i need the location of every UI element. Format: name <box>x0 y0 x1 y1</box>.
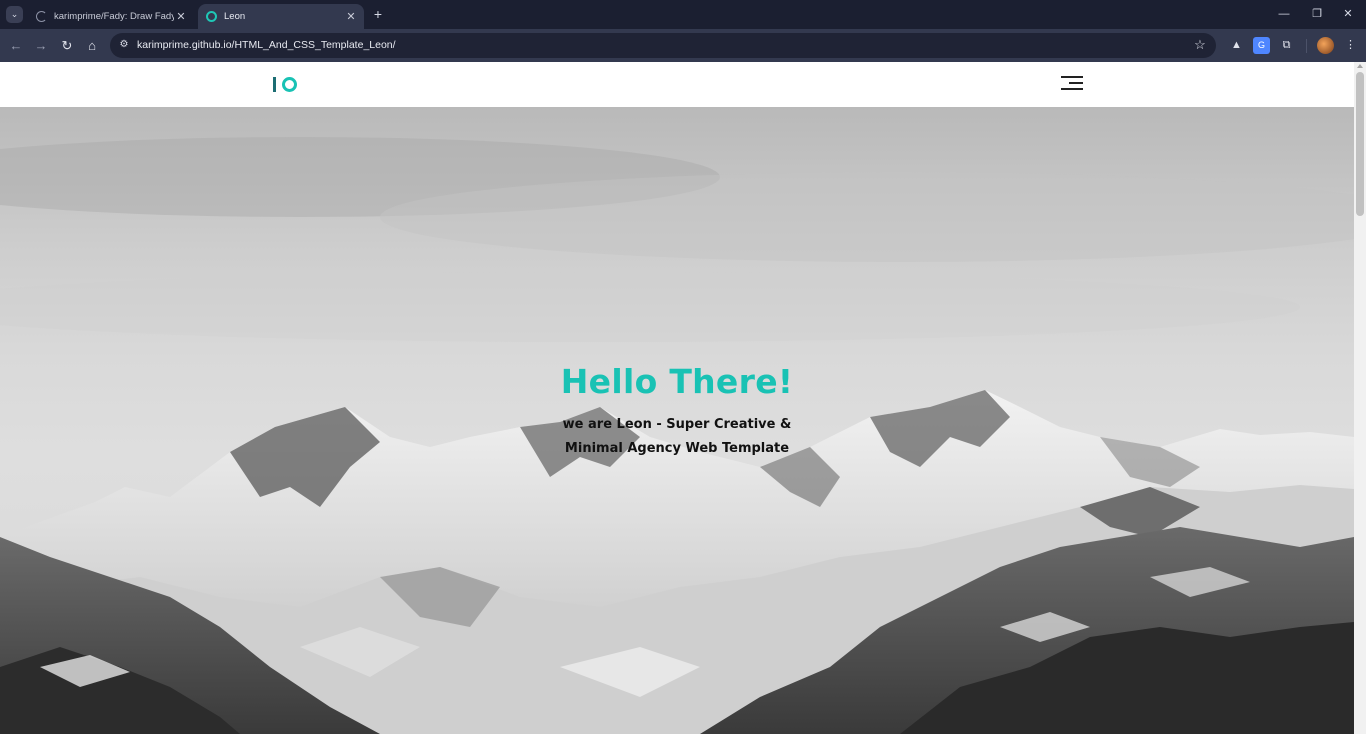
menu-line <box>1061 76 1083 78</box>
tab-karimprime-fady[interactable]: karimprime/Fady: Draw Fady us ✕ <box>28 4 194 29</box>
home-button[interactable]: ⌂ <box>82 36 102 56</box>
hero-content: Hello There! we are Leon - Super Creativ… <box>0 362 1354 461</box>
browser-tab-bar: ⌄ karimprime/Fady: Draw Fady us ✕ Leon ✕… <box>0 0 1366 29</box>
scrollbar-thumb[interactable] <box>1356 72 1364 216</box>
hero-section: Hello There! we are Leon - Super Creativ… <box>0 107 1354 734</box>
bookmark-star-icon[interactable]: ☆ <box>1192 37 1208 53</box>
hero-title: Hello There! <box>560 362 794 401</box>
site-header <box>0 62 1354 107</box>
tab-leon[interactable]: Leon ✕ <box>198 4 364 29</box>
url-path: /HTML_And_CSS_Template_Leon/ <box>231 39 396 51</box>
translate-extension-icon[interactable]: G <box>1253 37 1270 54</box>
address-url[interactable]: karimprime.github.io/HTML_And_CSS_Templa… <box>137 39 396 51</box>
hero-subtitle: we are Leon - Super Creative & Minimal A… <box>562 417 792 456</box>
window-close-button[interactable]: ✕ <box>1338 5 1358 23</box>
loading-spinner-icon <box>36 11 47 22</box>
browser-toolbar: ← → ↻ ⌂ ⚙ karimprime.github.io/HTML_And_… <box>0 29 1366 62</box>
tab-close-icon[interactable]: ✕ <box>174 10 188 23</box>
scroll-up-arrow-icon[interactable] <box>1357 64 1363 68</box>
minimize-button[interactable]: — <box>1274 5 1294 23</box>
logo-ring <box>282 77 297 92</box>
site-info-icon[interactable]: ⚙ <box>117 38 131 52</box>
menu-line <box>1061 88 1083 90</box>
address-bar[interactable]: ⚙ karimprime.github.io/HTML_And_CSS_Temp… <box>110 33 1216 58</box>
url-host: karimprime.github.io <box>137 39 232 51</box>
page-viewport: Hello There! we are Leon - Super Creativ… <box>0 62 1354 734</box>
logo-bar <box>273 77 276 92</box>
restore-button[interactable]: ❐ <box>1307 5 1327 23</box>
triangle-extension-icon[interactable]: ▲ <box>1228 37 1245 54</box>
tab-title: Leon <box>224 11 246 22</box>
puzzle-extensions-icon[interactable]: ⧉ <box>1278 37 1295 54</box>
menu-line <box>1069 82 1083 84</box>
page-scrollbar[interactable] <box>1354 62 1366 734</box>
leon-circle-icon <box>206 11 217 22</box>
hamburger-menu-icon[interactable] <box>1061 76 1083 90</box>
tab-title: karimprime/Fady: Draw Fady us <box>54 11 174 22</box>
profile-avatar[interactable] <box>1317 37 1334 54</box>
browser-menu-icon[interactable]: ⋮ <box>1342 37 1359 54</box>
reload-button[interactable]: ↻ <box>57 36 77 56</box>
forward-button[interactable]: → <box>31 36 51 56</box>
new-tab-button[interactable]: + <box>370 5 386 23</box>
toolbar-divider <box>1306 39 1307 53</box>
back-button[interactable]: ← <box>6 36 26 56</box>
tab-close-icon[interactable]: ✕ <box>344 10 358 23</box>
site-logo[interactable] <box>273 77 297 92</box>
tab-search-button[interactable]: ⌄ <box>6 6 23 23</box>
